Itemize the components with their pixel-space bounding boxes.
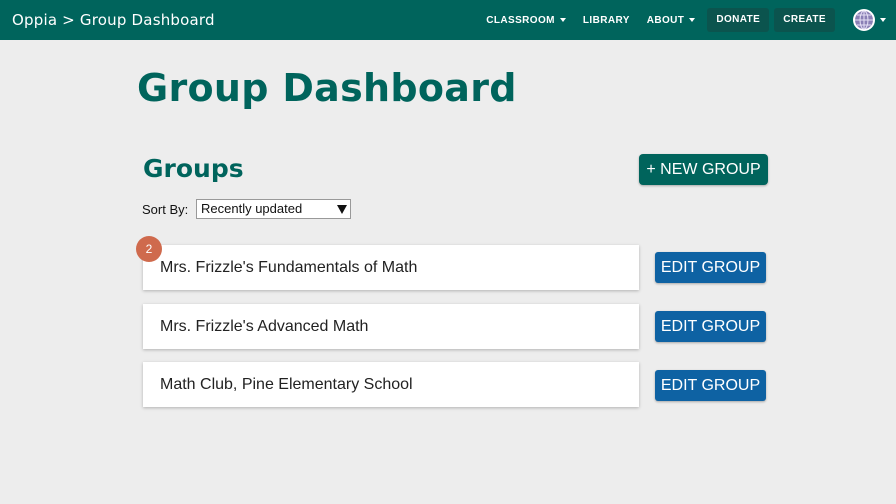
user-menu[interactable] <box>853 9 886 31</box>
nav-classroom-label: CLASSROOM <box>486 14 555 26</box>
group-card[interactable]: Math Club, Pine Elementary School <box>143 362 639 407</box>
nav-about[interactable]: ABOUT <box>647 15 696 26</box>
section-title-groups: Groups <box>143 154 244 183</box>
new-group-button[interactable]: + NEW GROUP <box>639 154 768 185</box>
dropdown-arrow-icon <box>337 205 347 214</box>
chevron-down-icon <box>880 18 886 22</box>
chevron-down-icon <box>559 18 566 22</box>
edit-group-button[interactable]: EDIT GROUP <box>655 252 766 283</box>
edit-group-button[interactable]: EDIT GROUP <box>655 370 766 401</box>
edit-group-button[interactable]: EDIT GROUP <box>655 311 766 342</box>
group-name: Mrs. Frizzle's Advanced Math <box>160 318 369 335</box>
nav-about-label: ABOUT <box>646 14 685 26</box>
top-navbar: Oppia > Group Dashboard CLASSROOM LIBRAR… <box>0 0 896 40</box>
donate-button[interactable]: DONATE <box>707 8 770 32</box>
avatar <box>853 9 875 31</box>
breadcrumb[interactable]: Oppia > Group Dashboard <box>12 11 215 29</box>
group-card[interactable]: Mrs. Frizzle's Advanced Math <box>143 304 639 349</box>
nav-menu: CLASSROOM LIBRARY ABOUT DONATE CREATE <box>469 0 886 40</box>
sort-by-label: Sort By: <box>142 202 189 217</box>
page-title: Group Dashboard <box>137 66 517 110</box>
nav-library-label: LIBRARY <box>582 14 630 26</box>
globe-avatar-icon <box>855 10 873 30</box>
sort-by-select[interactable]: Recently updated <box>196 199 351 219</box>
create-button[interactable]: CREATE <box>774 8 835 32</box>
chevron-down-icon <box>689 18 696 22</box>
group-name: Mrs. Frizzle's Fundamentals of Math <box>160 259 418 276</box>
nav-library[interactable]: LIBRARY <box>583 15 630 26</box>
group-card[interactable]: Mrs. Frizzle's Fundamentals of Math <box>143 245 639 290</box>
nav-classroom[interactable]: CLASSROOM <box>486 15 566 26</box>
notification-badge: 2 <box>136 236 162 262</box>
group-name: Math Club, Pine Elementary School <box>160 376 413 393</box>
sort-by-value: Recently updated <box>201 201 303 216</box>
